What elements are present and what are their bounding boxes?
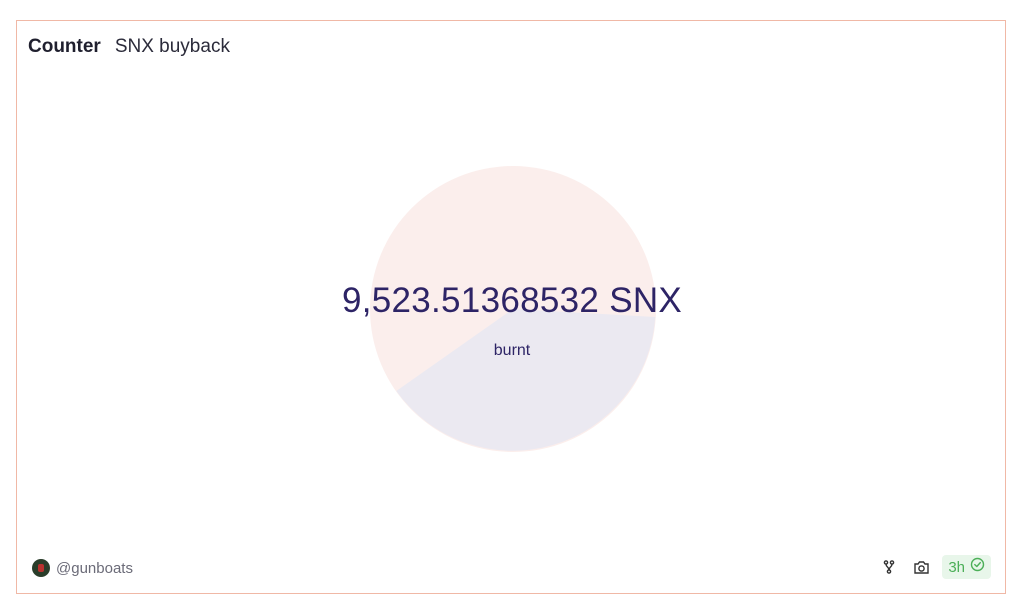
avatar[interactable]	[32, 559, 50, 577]
visualization-type-label: Counter	[28, 36, 101, 57]
freshness-time: 3h	[948, 558, 965, 576]
counter-label: burnt	[493, 342, 531, 359]
card-header: Counter SNX buyback	[28, 36, 230, 58]
counter-card: Counter SNX buyback 9,523.51368532 SNX b…	[16, 20, 1006, 594]
freshness-badge[interactable]: 3h	[942, 555, 991, 579]
author-name[interactable]: @gunboats	[56, 560, 133, 577]
card-title: SNX buyback	[114, 36, 230, 57]
card-actions: 3h	[878, 555, 991, 579]
camera-icon[interactable]	[910, 556, 932, 578]
author-info[interactable]: @gunboats	[32, 559, 133, 577]
fork-icon[interactable]	[878, 556, 900, 578]
counter-value: 9,523.51368532 SNX	[341, 281, 683, 320]
check-circle-icon	[970, 557, 985, 577]
